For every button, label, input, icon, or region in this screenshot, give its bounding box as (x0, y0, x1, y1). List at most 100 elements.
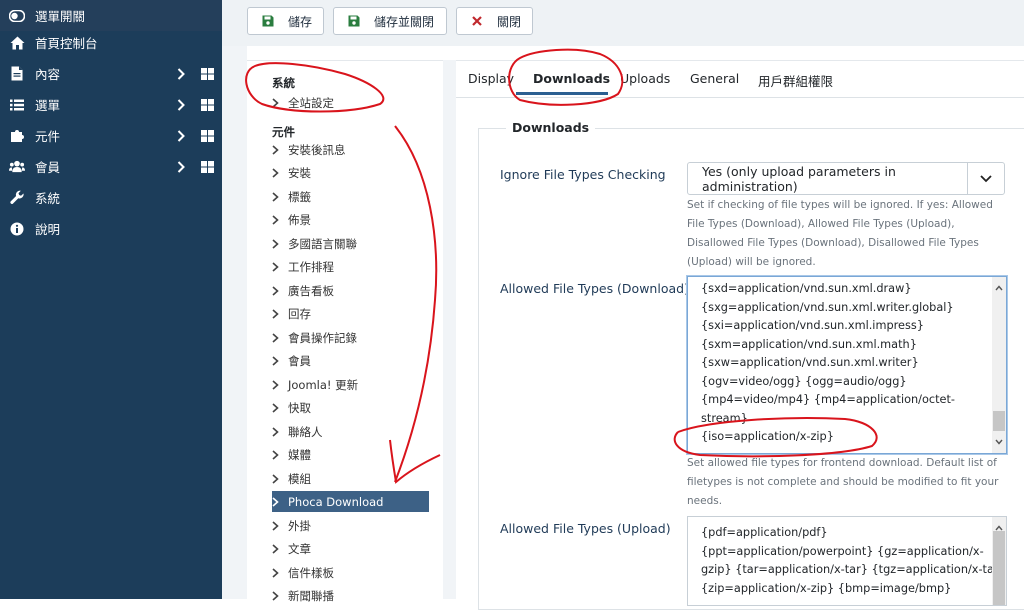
chevron-down-icon[interactable] (967, 163, 1004, 194)
tree-item[interactable]: 標籤 (272, 186, 429, 207)
tree-item-phoca-download[interactable]: Phoca Download (272, 491, 429, 512)
tree-item-label: 多國語言關聯 (288, 236, 357, 251)
save-and-close-label: 儲存並關閉 (374, 14, 435, 29)
ignore-file-types-select[interactable]: Yes (only upload parameters in administr… (687, 162, 1005, 195)
textarea-line: {sxg=application/vnd.sun.xml.writer.glob… (701, 300, 954, 314)
sidebar: 選單開關 首頁控制台 內容 選單 元件 會員 系統 說明 (0, 0, 222, 599)
textarea-scrollbar[interactable] (992, 517, 1006, 605)
sidebar-item-system[interactable]: 系統 (0, 182, 222, 213)
tree-item-label: 外掛 (288, 518, 311, 533)
tree-item[interactable]: 媒體 (272, 445, 429, 466)
textarea-line: stream} (701, 411, 748, 425)
component-tree: 系統 全站設定 元件 安裝後訊息 安裝 標籤 佈景 多國語言關聯 工作排程 廣告… (247, 60, 443, 603)
save-label: 儲存 (288, 14, 313, 29)
tree-item[interactable]: 信件樣板 (272, 562, 429, 583)
info-icon (9, 221, 25, 237)
tree-item[interactable]: 佈景 (272, 210, 429, 231)
chevron-right-icon[interactable] (174, 67, 188, 81)
textarea-line: {sxd=application/vnd.sun.xml.draw} (701, 282, 912, 295)
save-button[interactable]: 儲存 (247, 7, 324, 35)
tree-item[interactable]: 快取 (272, 398, 429, 419)
scroll-thumb[interactable] (993, 411, 1005, 431)
chevron-right-icon (272, 403, 282, 413)
tree-item[interactable]: 回存 (272, 304, 429, 325)
sidebar-item-help[interactable]: 說明 (0, 213, 222, 244)
tree-item-label: 快取 (288, 401, 311, 415)
tree-item[interactable]: 多國語言關聯 (272, 233, 429, 254)
tree-item[interactable]: 工作排程 (272, 257, 429, 278)
tree-item[interactable]: Joomla! 更新 (272, 374, 429, 395)
ignore-file-types-label: Ignore File Types Checking (500, 167, 666, 182)
chevron-right-icon (272, 356, 282, 366)
tree-item[interactable]: 模組 (272, 468, 429, 489)
tree-item[interactable]: 會員 (272, 351, 429, 372)
content-gutter (222, 46, 247, 599)
chevron-right-icon[interactable] (174, 129, 188, 143)
save-icon (348, 15, 360, 27)
allowed-download-textarea[interactable]: ​ {sxd=application/vnd.sun.xml.draw} {sx… (687, 276, 1007, 454)
toggle-icon (9, 8, 25, 24)
sidebar-item-components[interactable]: 元件 (0, 120, 222, 151)
textarea-line: {iso=application/x-zip} (701, 430, 834, 443)
tab-general[interactable]: General (690, 71, 739, 86)
close-button[interactable]: 關閉 (456, 7, 533, 35)
allowed-upload-textarea[interactable]: {pdf=application/pdf} {ppt=application/p… (687, 516, 1007, 606)
sidebar-item-dashboard[interactable]: 首頁控制台 (0, 27, 222, 58)
textarea-line: {sxw=application/vnd.sun.xml.writer} (701, 356, 919, 369)
sidebar-item-label: 選單 (35, 98, 61, 113)
sidebar-item-label: 元件 (35, 129, 61, 144)
tree-heading-system: 系統 (272, 76, 295, 90)
sidebar-item-label: 選單開關 (35, 9, 86, 24)
chevron-right-icon (272, 285, 282, 296)
chevron-right-icon (272, 520, 282, 531)
tree-item[interactable]: 外掛 (272, 515, 429, 536)
textarea-content: {pdf=application/pdf} {ppt=application/p… (701, 524, 1006, 598)
textarea-line: {sxm=application/vnd.sun.xml.math} (701, 337, 917, 351)
dashboard-grid-icon[interactable] (200, 129, 214, 143)
scroll-up-icon[interactable] (995, 279, 1003, 298)
save-and-close-button[interactable]: 儲存並關閉 (333, 7, 447, 35)
chevron-right-icon (272, 215, 282, 225)
textarea-line: {sxi=application/vnd.sun.xml.impress} (701, 319, 924, 332)
tree-item[interactable]: 聯絡人 (272, 421, 429, 442)
tree-heading-components: 元件 (272, 125, 295, 139)
sidebar-item-users[interactable]: 會員 (0, 151, 222, 182)
tree-item-global-config[interactable]: 全站設定 (272, 92, 429, 113)
allowed-upload-label: Allowed File Types (Upload) (500, 521, 671, 536)
dashboard-grid-icon[interactable] (200, 98, 214, 112)
chevron-right-icon (272, 238, 282, 249)
textarea-line: {pdf=application/pdf} (701, 526, 828, 539)
tree-item[interactable]: 廣告看板 (272, 280, 429, 301)
scroll-down-icon[interactable] (995, 433, 1003, 452)
list-icon (9, 97, 25, 113)
tree-item[interactable]: 安裝 (272, 163, 429, 184)
chevron-right-icon[interactable] (174, 98, 188, 112)
allowed-download-label: Allowed File Types (Download) (500, 281, 689, 296)
tree-item-label: 信件樣板 (288, 565, 334, 580)
sidebar-item-label: 說明 (35, 222, 61, 237)
sidebar-item-label: 系統 (35, 191, 61, 206)
scroll-thumb[interactable] (993, 531, 1005, 605)
tab-group-permissions[interactable]: 用戶群組權限 (758, 71, 833, 90)
tree-item[interactable]: 會員操作記錄 (272, 327, 429, 348)
dashboard-grid-icon[interactable] (200, 160, 214, 174)
ignore-file-types-help: Set if checking of file types will be ig… (687, 199, 993, 268)
tree-item-label: 回存 (288, 307, 311, 321)
tab-bar: Display Downloads Uploads General 用戶群組權限 (456, 61, 1024, 98)
sidebar-item-content[interactable]: 內容 (0, 58, 222, 89)
users-icon (9, 159, 25, 175)
tab-downloads[interactable]: Downloads (533, 71, 610, 86)
tree-item[interactable]: 新聞聯播 (272, 586, 429, 607)
sidebar-item-menus[interactable]: 選單 (0, 89, 222, 120)
dashboard-grid-icon[interactable] (200, 67, 214, 81)
tab-display[interactable]: Display (468, 71, 514, 86)
close-label: 關閉 (497, 14, 522, 29)
chevron-right-icon (272, 309, 282, 319)
tree-item-label: 廣告看板 (288, 283, 334, 298)
tree-item[interactable]: 安裝後訊息 (272, 139, 429, 160)
tree-item-label: 安裝 (288, 166, 311, 180)
textarea-scrollbar[interactable] (992, 277, 1006, 453)
tab-uploads[interactable]: Uploads (620, 71, 670, 86)
chevron-right-icon[interactable] (174, 160, 188, 174)
tree-item[interactable]: 文章 (272, 539, 429, 560)
